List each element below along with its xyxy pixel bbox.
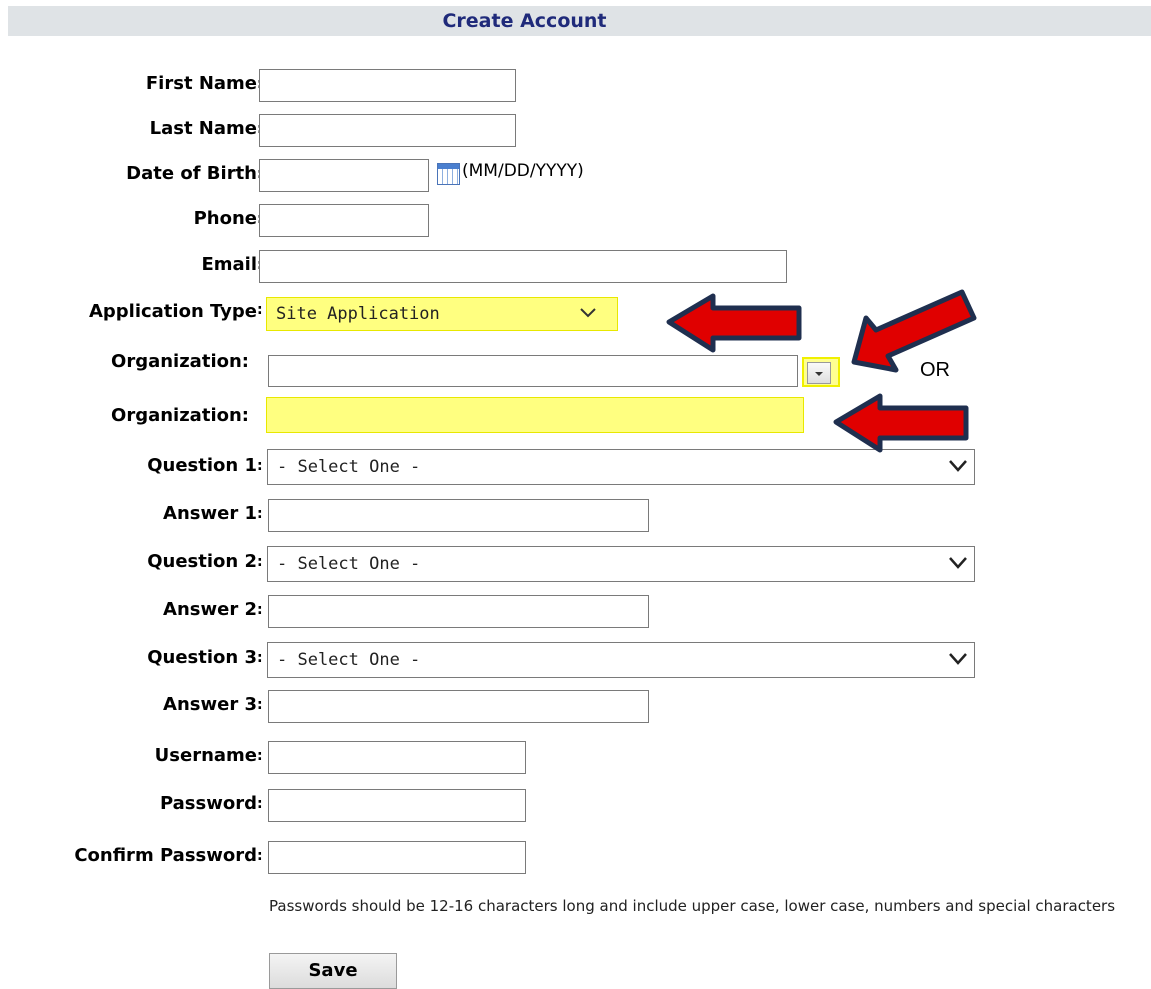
dob-label: Date of Birth — [126, 163, 257, 184]
question-3-select[interactable]: - Select One - — [267, 642, 975, 678]
question-1-value: - Select One - — [277, 457, 421, 477]
password-input[interactable] — [268, 789, 526, 822]
phone-input[interactable] — [259, 204, 429, 237]
phone-label: Phone — [193, 208, 257, 229]
answer-2-label: Answer 2 — [163, 599, 257, 620]
dob-input[interactable] — [259, 159, 429, 192]
chevron-down-icon — [949, 460, 967, 472]
question-3-value: - Select One - — [277, 650, 421, 670]
question-2-select[interactable]: - Select One - — [267, 546, 975, 582]
first-name-input[interactable] — [259, 69, 516, 102]
annotation-arrow-organization-text — [833, 393, 969, 453]
dob-format-hint: (MM/DD/YYYY) — [462, 161, 584, 181]
colon: : — [257, 748, 263, 764]
page-title: Create Account — [442, 10, 607, 32]
organization-combo-input[interactable] — [268, 355, 798, 387]
confirm-password-label: Confirm Password — [74, 845, 257, 866]
colon: : — [257, 848, 263, 864]
answer-3-input[interactable] — [268, 690, 649, 723]
calendar-icon[interactable] — [437, 163, 460, 185]
password-requirements-note: Passwords should be 12-16 characters lon… — [269, 897, 1116, 915]
organization-text-input[interactable] — [266, 397, 804, 433]
or-annotation: OR — [920, 359, 950, 381]
organization-dropdown-button[interactable] — [802, 357, 840, 387]
last-name-label: Last Name — [149, 118, 257, 139]
colon: : — [257, 302, 263, 318]
answer-3-label: Answer 3 — [163, 694, 257, 715]
chevron-down-icon — [815, 372, 823, 376]
colon: : — [257, 602, 263, 618]
question-2-label: Question 2 — [147, 551, 257, 572]
colon: : — [257, 697, 263, 713]
save-button[interactable]: Save — [269, 953, 397, 989]
username-label: Username — [154, 745, 257, 766]
application-type-label: Application Type — [88, 301, 257, 322]
confirm-password-input[interactable] — [268, 841, 526, 874]
chevron-down-icon — [949, 557, 967, 569]
username-input[interactable] — [268, 741, 526, 774]
page-header: Create Account — [8, 6, 1151, 36]
password-label: Password — [159, 793, 257, 814]
answer-2-input[interactable] — [268, 595, 649, 628]
email-input[interactable] — [259, 250, 787, 283]
question-3-label: Question 3 — [147, 647, 257, 668]
application-type-select[interactable]: Site Application — [266, 297, 618, 331]
colon: : — [257, 458, 263, 474]
chevron-down-icon — [580, 308, 596, 318]
question-1-select[interactable]: - Select One - — [267, 449, 975, 485]
last-name-input[interactable] — [259, 114, 516, 147]
first-name-label: First Name — [145, 73, 257, 94]
application-type-value: Site Application — [276, 304, 440, 324]
colon: : — [257, 506, 263, 522]
colon: : — [257, 554, 263, 570]
annotation-arrow-organization-dropdown — [851, 289, 977, 373]
email-label: Email — [201, 254, 257, 275]
chevron-down-icon — [949, 653, 967, 665]
organization-label: Organization: — [111, 351, 249, 372]
answer-1-label: Answer 1 — [163, 503, 257, 524]
question-1-label: Question 1 — [147, 455, 257, 476]
colon: : — [257, 650, 263, 666]
question-2-value: - Select One - — [277, 554, 421, 574]
annotation-arrow-application-type — [666, 293, 802, 353]
answer-1-input[interactable] — [268, 499, 649, 532]
organization-text-label: Organization: — [111, 405, 249, 426]
colon: : — [257, 796, 263, 812]
